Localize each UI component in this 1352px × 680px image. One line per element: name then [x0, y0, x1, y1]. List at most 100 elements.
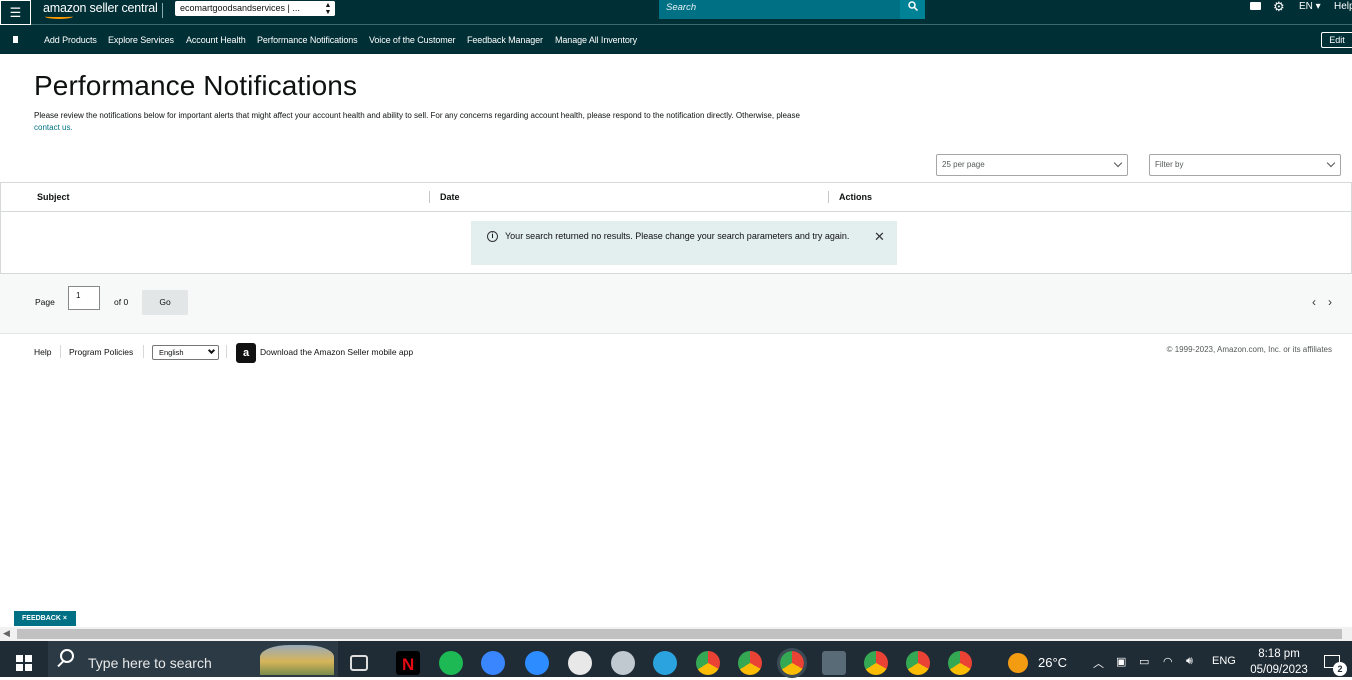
chevron-right-icon[interactable]: ›	[1328, 295, 1332, 309]
mail-icon[interactable]	[1250, 2, 1261, 10]
page-number-input[interactable]: 1	[68, 286, 100, 310]
language-selector[interactable]: EN ▾	[1299, 1, 1321, 12]
scroll-left-icon[interactable]: ◀	[3, 628, 10, 639]
footer-help-link[interactable]: Help	[34, 347, 51, 357]
amazon-app-icon[interactable]: a	[236, 343, 256, 363]
no-results-alert: i Your search returned no results. Pleas…	[471, 221, 897, 265]
logo-text: amazon seller central	[43, 1, 158, 15]
divider	[143, 345, 144, 358]
chrome-profile-r-icon[interactable]	[906, 651, 930, 675]
hamburger-menu-icon[interactable]: ☰	[0, 0, 31, 25]
volume-icon[interactable]: 🔊︎	[1186, 655, 1193, 668]
store-name: ecomartgoodsandservices | ...	[180, 3, 300, 13]
nav-item-manage-inventory[interactable]: Manage All Inventory	[555, 35, 637, 45]
chrome-profile-s-icon[interactable]	[864, 651, 888, 675]
pagination-bar: Page 1 of 0 Go ‹ ›	[0, 274, 1352, 334]
go-button[interactable]: Go	[142, 290, 188, 315]
page-description: Please review the notifications below fo…	[34, 110, 894, 134]
nav-bar: Add Products Explore Services Account He…	[0, 25, 1352, 54]
search-input[interactable]: Search	[659, 0, 900, 19]
notifications-table: Subject Date Actions i Your search retur…	[0, 182, 1352, 274]
table-header: Subject Date Actions	[1, 183, 1351, 212]
nav-item-voice-of-customer[interactable]: Voice of the Customer	[369, 35, 456, 45]
taskbar-search-text: Type here to search	[88, 655, 212, 671]
input-language[interactable]: ENG	[1212, 655, 1236, 667]
amazon-seller-central-logo[interactable]: amazon seller central	[43, 1, 158, 19]
c-app-icon[interactable]	[481, 651, 505, 675]
chevron-down-icon	[1326, 158, 1336, 168]
column-divider	[429, 191, 430, 203]
netflix-icon[interactable]: N	[396, 651, 420, 675]
bookmark-icon[interactable]	[13, 36, 18, 43]
weather-sun-icon[interactable]	[1008, 653, 1028, 673]
page-label: Page	[35, 297, 55, 307]
help-link[interactable]: Help	[1334, 1, 1352, 12]
close-icon[interactable]: ✕	[874, 229, 885, 245]
feedback-tab[interactable]: FEEDBACK ×	[14, 611, 76, 626]
no-results-message: Your search returned no results. Please …	[505, 231, 850, 241]
divider	[226, 345, 227, 358]
zoom-icon[interactable]	[525, 651, 549, 675]
store-selector[interactable]: ecomartgoodsandservices | ... ▲ ▼	[175, 1, 335, 16]
copyright-text: © 1999-2023, Amazon.com, Inc. or its aff…	[1166, 345, 1332, 354]
filter-select[interactable]: Filter by	[1149, 154, 1341, 176]
chevron-left-icon[interactable]: ‹	[1312, 295, 1316, 309]
scrollbar-thumb[interactable]	[17, 629, 1342, 639]
meet-now-icon[interactable]: ▣	[1116, 655, 1126, 668]
spotify-icon[interactable]	[439, 651, 463, 675]
search-button[interactable]	[900, 0, 925, 19]
up-down-arrow-icon: ▲ ▼	[321, 1, 335, 16]
clock-date: 05/09/2023	[1250, 664, 1308, 676]
column-divider	[828, 191, 829, 203]
search-placeholder: Search	[666, 2, 697, 13]
amazon-smile-icon	[45, 14, 73, 19]
chrome-profile-l-icon[interactable]	[777, 648, 807, 678]
per-page-select[interactable]: 25 per page	[936, 154, 1128, 176]
snipping-tool-icon[interactable]	[611, 651, 635, 675]
language-label: EN	[1299, 1, 1313, 12]
chevron-down-icon	[207, 346, 216, 355]
contact-us-link[interactable]: contact us.	[34, 123, 73, 132]
divider	[60, 345, 61, 358]
footer-language-select[interactable]: English	[152, 345, 219, 360]
system-clock[interactable]: 8:18 pm 05/09/2023	[1247, 646, 1311, 678]
chevron-up-icon[interactable]: ︿	[1093, 655, 1104, 671]
per-page-value: 25 per page	[942, 160, 985, 169]
top-bar: ☰ amazon seller central ecomartgoodsands…	[0, 0, 1352, 25]
temperature[interactable]: 26°C	[1038, 655, 1067, 670]
nav-item-explore-services[interactable]: Explore Services	[108, 35, 174, 45]
notification-count-badge: 2	[1333, 662, 1347, 676]
nav-item-feedback-manager[interactable]: Feedback Manager	[467, 35, 543, 45]
chrome-profile-icon[interactable]	[948, 651, 972, 675]
page-total-label: of 0	[114, 297, 129, 307]
clock-time: 8:18 pm	[1258, 648, 1300, 660]
battery-icon[interactable]: ▭	[1139, 655, 1149, 668]
column-header-date[interactable]: Date	[440, 192, 460, 202]
search-highlight-image	[260, 645, 334, 675]
task-view-icon[interactable]	[350, 655, 368, 671]
filter-placeholder: Filter by	[1155, 160, 1184, 169]
program-policies-link[interactable]: Program Policies	[69, 347, 133, 357]
search-icon	[907, 1, 918, 12]
chrome-profile-m-icon[interactable]	[738, 651, 762, 675]
gear-icon[interactable]: ⚙	[1273, 0, 1285, 15]
nav-item-account-health[interactable]: Account Health	[186, 35, 246, 45]
download-app-link[interactable]: Download the Amazon Seller mobile app	[260, 347, 413, 357]
chrome-icon[interactable]	[696, 651, 720, 675]
windows-start-icon[interactable]	[16, 655, 32, 671]
calculator-icon[interactable]	[822, 651, 846, 675]
nav-item-add-products[interactable]: Add Products	[44, 35, 97, 45]
page-title: Performance Notifications	[34, 70, 358, 101]
search-icon	[60, 649, 74, 663]
telegram-icon[interactable]	[653, 651, 677, 675]
clock-app-icon[interactable]	[568, 651, 592, 675]
horizontal-scrollbar[interactable]: ◀	[0, 627, 1352, 641]
footer-language-value: English	[159, 348, 184, 357]
nav-item-performance-notifications[interactable]: Performance Notifications	[257, 35, 358, 45]
column-header-subject[interactable]: Subject	[37, 192, 70, 202]
chevron-down-icon	[1113, 158, 1123, 168]
wifi-icon[interactable]: ◠	[1163, 655, 1173, 668]
edit-nav-button[interactable]: Edit	[1321, 32, 1352, 48]
taskbar-search-box[interactable]: Type here to search	[48, 641, 338, 677]
divider	[162, 3, 163, 18]
